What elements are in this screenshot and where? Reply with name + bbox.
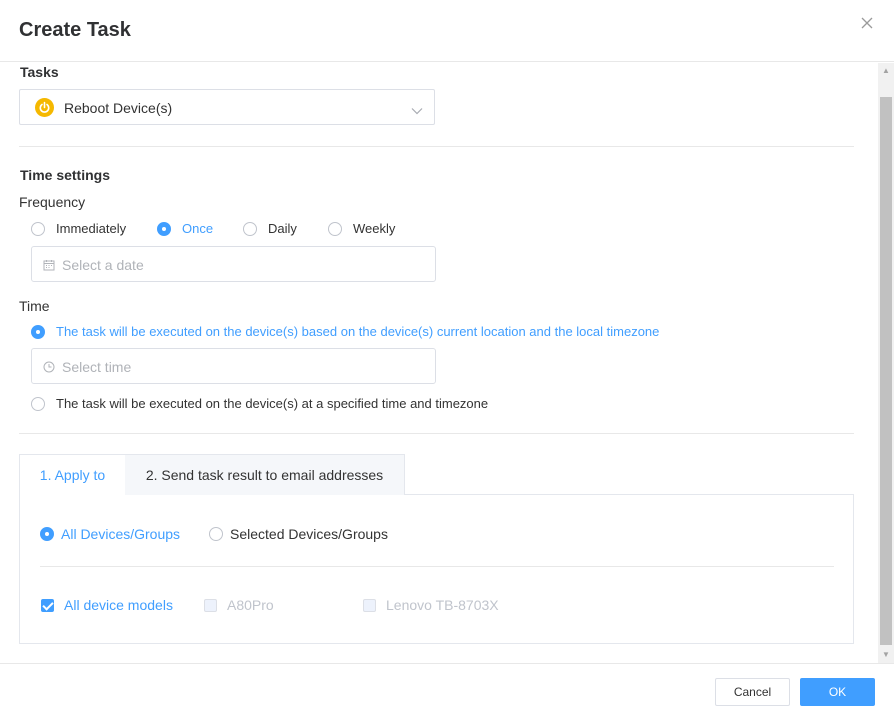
frequency-once-radio[interactable]: Once [157, 221, 213, 236]
all-models-checkbox[interactable]: All device models [41, 597, 173, 613]
model-lenovo-checkbox[interactable]: Lenovo TB-8703X [363, 597, 499, 613]
tasks-heading: Tasks [20, 64, 59, 80]
scope-selected-radio[interactable]: Selected Devices/Groups [209, 526, 388, 542]
date-picker-input[interactable]: Select a date [31, 246, 436, 282]
dialog-title: Create Task [19, 19, 131, 41]
frequency-label: Frequency [19, 194, 86, 210]
model-a80pro-checkbox[interactable]: A80Pro [204, 597, 274, 613]
scrollbar-thumb[interactable] [880, 97, 892, 645]
time-settings-heading: Time settings [20, 167, 110, 183]
divider [19, 146, 854, 147]
frequency-daily-radio[interactable]: Daily [243, 221, 297, 236]
close-icon[interactable] [858, 14, 876, 32]
clock-icon [43, 360, 55, 378]
time-picker-input[interactable]: Select time [31, 348, 436, 384]
scroll-up-arrow-icon[interactable]: ▲ [878, 63, 894, 79]
dialog-body: Tasks Reboot Device(s) Time settings Fre… [0, 63, 878, 663]
frequency-weekly-radio[interactable]: Weekly [328, 221, 395, 236]
scope-all-radio[interactable]: All Devices/Groups [40, 526, 180, 542]
tab-send-email[interactable]: 2. Send task result to email addresses [125, 454, 405, 495]
calendar-icon [43, 258, 55, 276]
scroll-down-arrow-icon[interactable]: ▼ [878, 647, 894, 663]
tab-apply-to[interactable]: 1. Apply to [19, 454, 126, 495]
task-type-value: Reboot Device(s) [64, 100, 173, 116]
divider [19, 433, 854, 434]
power-icon [35, 98, 54, 117]
task-type-select[interactable]: Reboot Device(s) [19, 89, 435, 125]
scrollbar[interactable]: ▲ ▼ [878, 63, 894, 663]
time-label: Time [19, 298, 50, 314]
tab-panel: All Devices/Groups Selected Devices/Grou… [19, 494, 854, 644]
time-placeholder: Select time [62, 359, 132, 375]
cancel-button[interactable]: Cancel [715, 678, 790, 706]
tab-bar: 1. Apply to 2. Send task result to email… [19, 454, 854, 495]
time-local-radio[interactable]: The task will be executed on the device(… [31, 324, 659, 339]
ok-button[interactable]: OK [800, 678, 875, 706]
frequency-immediately-radio[interactable]: Immediately [31, 221, 126, 236]
date-placeholder: Select a date [62, 257, 144, 273]
dialog-footer: Cancel OK [0, 663, 894, 711]
dialog-header: Create Task [0, 0, 894, 62]
divider [40, 566, 834, 567]
time-specified-radio[interactable]: The task will be executed on the device(… [31, 396, 488, 411]
chevron-down-icon [411, 102, 423, 120]
